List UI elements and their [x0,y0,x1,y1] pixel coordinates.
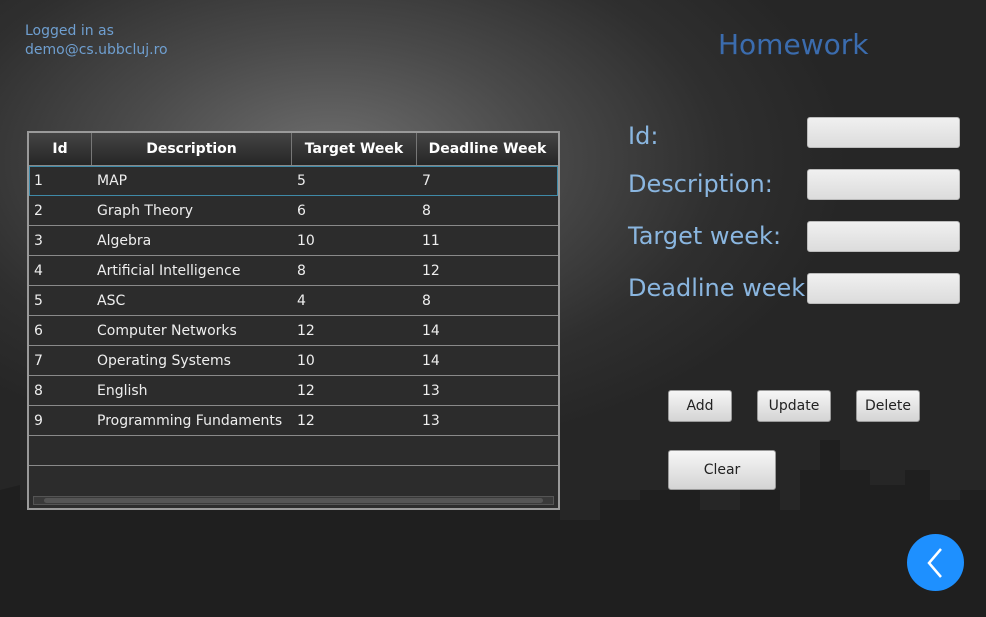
deadline-week-field[interactable] [807,273,960,304]
table-row[interactable]: 8 English 12 13 [29,376,558,406]
cell-description: ASC [97,292,126,309]
add-button[interactable]: Add [668,390,732,422]
login-info: Logged in as demo@cs.ubbcluj.ro [25,22,168,60]
delete-button[interactable]: Delete [856,390,920,422]
cell-deadline-week: 13 [422,382,440,399]
column-header-id[interactable]: Id [29,133,92,165]
cell-target-week: 8 [297,262,306,279]
cell-deadline-week: 11 [422,232,440,249]
cell-description: Computer Networks [97,322,237,339]
scrollbar-thumb[interactable] [44,498,543,503]
table-row[interactable]: 3 Algebra 10 11 [29,226,558,256]
cell-deadline-week: 14 [422,352,440,369]
cell-target-week: 10 [297,352,315,369]
cell-deadline-week: 8 [422,292,431,309]
cell-target-week: 6 [297,202,306,219]
id-field[interactable] [807,117,960,148]
clear-button[interactable]: Clear [668,450,776,490]
cell-id: 1 [34,172,43,189]
homework-table[interactable]: Id Description Target Week Deadline Week… [27,131,560,510]
horizontal-scrollbar[interactable] [33,496,554,505]
cell-id: 2 [34,202,43,219]
cell-description: Programming Fundaments [97,412,283,429]
cell-description: MAP [97,172,128,189]
cell-deadline-week: 13 [422,412,440,429]
page-title: Homework [718,28,869,61]
logged-in-label: Logged in as [25,23,114,39]
table-row[interactable]: 6 Computer Networks 12 14 [29,316,558,346]
back-button[interactable] [907,534,964,591]
cell-target-week: 4 [297,292,306,309]
description-label: Description: [628,170,773,198]
target-week-field[interactable] [807,221,960,252]
column-header-description[interactable]: Description [92,133,292,165]
table-row[interactable]: 7 Operating Systems 10 14 [29,346,558,376]
cell-target-week: 12 [297,322,315,339]
cell-description: Artificial Intelligence [97,262,241,279]
cell-id: 7 [34,352,43,369]
cell-id: 4 [34,262,43,279]
table-row[interactable]: 9 Programming Fundaments 12 13 [29,406,558,436]
column-header-target-week[interactable]: Target Week [292,133,417,165]
cell-target-week: 12 [297,382,315,399]
table-row[interactable]: 5 ASC 4 8 [29,286,558,316]
cell-deadline-week: 8 [422,202,431,219]
update-button[interactable]: Update [757,390,831,422]
user-email: demo@cs.ubbcluj.ro [25,42,168,58]
table-row[interactable]: 1 MAP 5 7 [29,166,558,196]
cell-id: 8 [34,382,43,399]
cell-id: 6 [34,322,43,339]
cell-deadline-week: 7 [422,172,431,189]
deadline-week-label: Deadline week: [628,274,814,302]
cell-deadline-week: 14 [422,322,440,339]
description-field[interactable] [807,169,960,200]
cell-deadline-week: 12 [422,262,440,279]
cell-description: Graph Theory [97,202,194,219]
cell-target-week: 5 [297,172,306,189]
table-row[interactable]: 2 Graph Theory 6 8 [29,196,558,226]
chevron-left-icon [926,547,942,578]
cell-description: Operating Systems [97,352,231,369]
column-header-deadline-week[interactable]: Deadline Week [417,133,558,165]
cell-description: Algebra [97,232,152,249]
empty-table-row [29,436,558,466]
target-week-label: Target week: [628,222,782,250]
cell-target-week: 12 [297,412,315,429]
cell-id: 9 [34,412,43,429]
table-header: Id Description Target Week Deadline Week [29,133,558,166]
id-label: Id: [628,122,659,150]
cell-id: 5 [34,292,43,309]
cell-target-week: 10 [297,232,315,249]
cell-description: English [97,382,148,399]
cell-id: 3 [34,232,43,249]
table-row[interactable]: 4 Artificial Intelligence 8 12 [29,256,558,286]
